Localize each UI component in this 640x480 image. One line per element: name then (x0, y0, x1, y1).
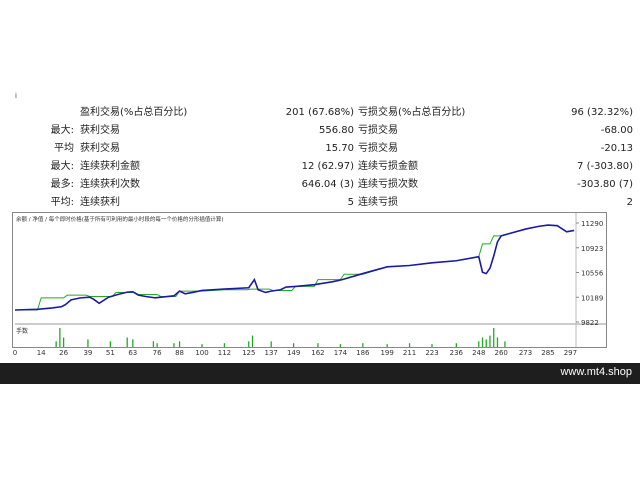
volume-label: 手数 (16, 327, 28, 335)
x-tick-label: 112 (217, 349, 232, 357)
x-tick-label: 100 (195, 349, 209, 357)
x-tick-label: 0 (12, 349, 18, 357)
x-tick-label: 149 (286, 349, 301, 357)
y-tick-label: 10189 (581, 294, 603, 302)
x-tick-label: 14 (36, 349, 46, 357)
stat-value-left: 12 (62.97) (301, 161, 354, 172)
x-tick-label: 174 (333, 349, 348, 357)
x-tick-label: 223 (425, 349, 439, 357)
y-tick-label: 10556 (581, 270, 604, 278)
x-tick-label: 236 (449, 349, 463, 357)
stats-row: 平均 获利交易 15.70 亏损交易 -20.13 (0, 140, 640, 158)
x-tick-label: 186 (356, 349, 370, 357)
x-tick-label: 260 (494, 349, 508, 357)
stat-label-right: 连续亏损 (358, 197, 398, 208)
x-tick-label: 76 (152, 349, 162, 357)
stat-prefix: 最大: (50, 125, 74, 136)
stats-row: 平均: 连续获利 5 连续亏损 2 (0, 194, 640, 212)
x-tick-label: 273 (518, 349, 533, 357)
stat-label-right: 亏损交易 (358, 125, 398, 136)
x-tick-label: 162 (311, 349, 325, 357)
stat-label-left: 连续获利金额 (80, 161, 140, 172)
stat-value-left: 5 (347, 197, 354, 208)
stat-label-left: 盈利交易(%占总百分比) (80, 107, 188, 118)
x-tick-label: 39 (83, 349, 93, 357)
stat-value-right: -68.00 (600, 125, 633, 136)
x-tick-label: 285 (541, 349, 555, 357)
stat-prefix: 最大: (50, 161, 74, 172)
x-tick-label: 199 (380, 349, 394, 357)
x-tick-label: 211 (402, 349, 417, 357)
corner-mark: i (15, 92, 17, 100)
stat-label-left: 获利交易 (80, 143, 120, 154)
stat-value-left: 646.04 (3) (301, 179, 354, 190)
chart-legend: 余额 / 净值 / 每个即时价格(基于所有可利用的最小时段的每一个价格的分形插值… (16, 215, 224, 223)
stat-label-left: 连续获利 (80, 197, 120, 208)
stat-label-right: 亏损交易(%占总百分比) (358, 107, 466, 118)
stat-value-right: 96 (32.32%) (571, 107, 633, 118)
x-tick-label: 125 (242, 349, 256, 357)
stat-value-right: 7 (-303.80) (577, 161, 633, 172)
y-tick-label: 10923 (581, 245, 603, 253)
x-tick-label: 137 (264, 349, 278, 357)
stats-row: 最大: 连续获利金额 12 (62.97) 连续亏损金额 7 (-303.80) (0, 158, 640, 176)
stat-prefix: 平均: (50, 197, 74, 208)
stats-row: 最大: 获利交易 556.80 亏损交易 -68.00 (0, 122, 640, 140)
balance-chart-canvas: 余额 / 净值 / 每个即时价格(基于所有可利用的最小时段的每一个价格的分形插值… (14, 213, 606, 347)
stat-prefix: 最多: (50, 179, 74, 190)
stat-label-left: 连续获利次数 (80, 179, 140, 190)
x-tick-label: 297 (563, 349, 578, 357)
stat-label-left: 获利交易 (80, 125, 120, 136)
stat-value-right: 2 (626, 197, 633, 208)
stat-value-left: 15.70 (325, 143, 354, 154)
stats-row: 最多: 连续获利次数 646.04 (3) 连续亏损次数 -303.80 (7) (0, 176, 640, 194)
stat-label-right: 连续亏损次数 (358, 179, 418, 190)
balance-line (14, 224, 575, 311)
x-tick-label: 51 (105, 349, 115, 357)
stat-value-left: 201 (67.68%) (285, 107, 354, 118)
watermark-bar: www.mt4.shop (0, 363, 640, 384)
y-tick-label: 9822 (581, 319, 599, 327)
x-tick-label: 63 (128, 349, 138, 357)
watermark-text: www.mt4.shop (560, 366, 632, 378)
balance-chart: 余额 / 净值 / 每个即时价格(基于所有可利用的最小时段的每一个价格的分形插值… (12, 212, 607, 348)
stat-value-right: -20.13 (600, 143, 633, 154)
x-tick-label: 26 (59, 349, 69, 357)
x-tick-label: 88 (175, 349, 185, 357)
stat-prefix: 平均 (54, 143, 74, 154)
stat-label-right: 亏损交易 (358, 143, 398, 154)
x-tick-label: 248 (472, 349, 486, 357)
y-tick-label: 11290 (581, 220, 603, 228)
stat-value-right: -303.80 (7) (577, 179, 633, 190)
stats-row: 盈利交易(%占总百分比) 201 (67.68%) 亏损交易(%占总百分比) 9… (0, 104, 640, 122)
stat-value-left: 556.80 (319, 125, 354, 136)
stat-label-right: 连续亏损金额 (358, 161, 418, 172)
